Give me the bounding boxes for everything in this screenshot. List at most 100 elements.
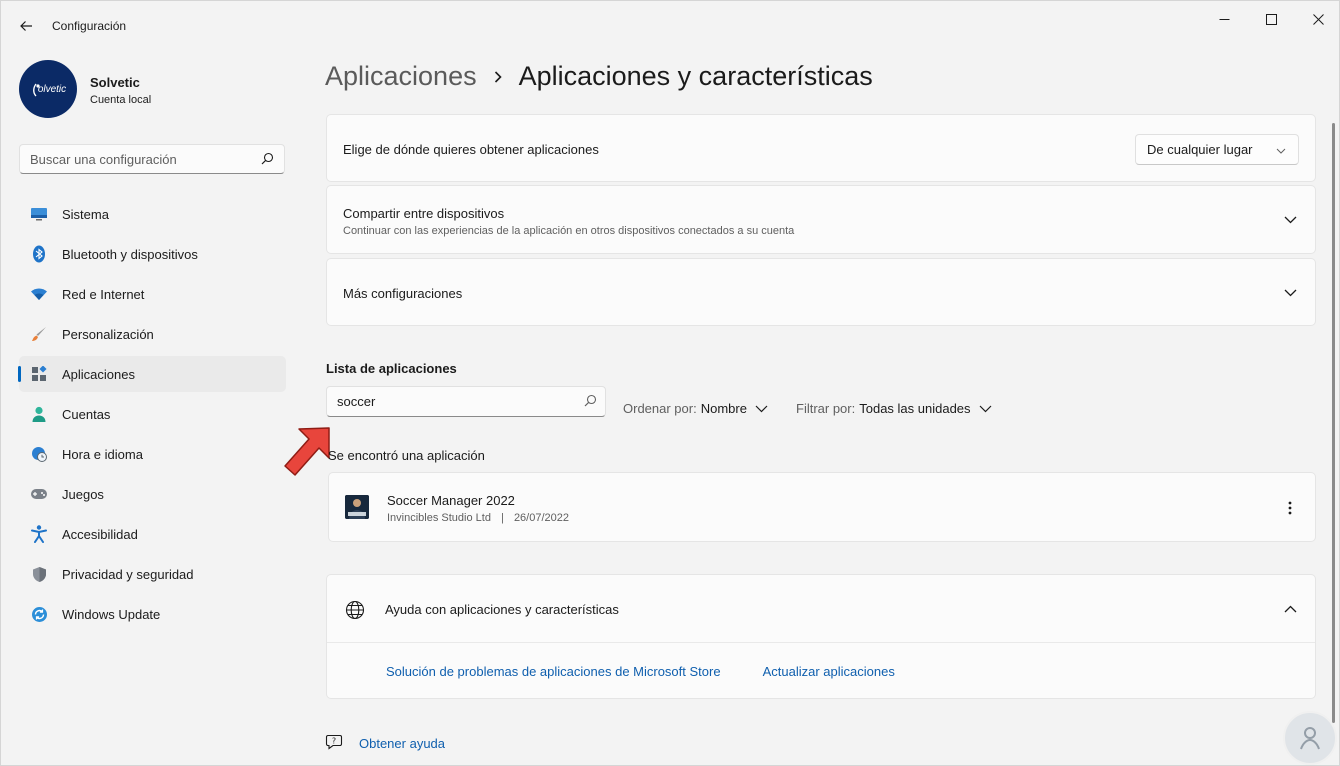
clock-globe-icon [30,445,48,463]
sidebar-item-windows-update[interactable]: Windows Update [19,596,286,632]
share-devices-title: Compartir entre dispositivos [343,206,505,221]
chevron-down-icon [755,401,768,416]
chevron-down-icon [979,401,992,416]
sidebar-item-aplicaciones[interactable]: Aplicaciones [18,356,286,392]
help-header[interactable]: Ayuda con aplicaciones y características [327,575,1315,643]
gamepad-icon [30,485,48,503]
app-date: 26/07/2022 [513,512,569,524]
help-title: Ayuda con aplicaciones y características [385,602,619,617]
app-source-title: Elige de dónde quieres obtener aplicacio… [343,142,599,157]
get-help: ? Obtener ayuda [325,733,445,754]
profile-name: Solvetic [90,75,140,90]
wifi-icon [30,285,48,303]
settings-search [19,144,285,174]
help-links: Solución de problemas de aplicaciones de… [386,664,937,679]
minimize-icon [1219,18,1229,20]
app-list-item[interactable]: Soccer Manager 2022 Invincibles Studio L… [328,472,1316,542]
chevron-right-icon [493,70,503,84]
update-icon [30,605,48,623]
app-thumbnail [345,495,369,519]
scrollbar[interactable] [1332,123,1335,723]
svg-text:?: ? [332,737,336,746]
sidebar-item-label: Bluetooth y dispositivos [62,246,198,262]
sidebar-item-bluetooth[interactable]: Bluetooth y dispositivos [19,236,286,272]
help-chat-icon: ? [325,733,343,754]
sidebar-item-accesibilidad[interactable]: Accesibilidad [19,516,286,552]
filter-dropdown[interactable]: Filtrar por: Todas las unidades [796,401,992,416]
search-icon[interactable] [261,152,274,170]
minimize-button[interactable] [1201,7,1247,31]
watermark-logo-icon [1283,711,1337,765]
update-apps-link[interactable]: Actualizar aplicaciones [763,664,895,679]
app-source-value: De cualquier lugar [1147,142,1253,157]
avatar[interactable]: olvetic [19,60,77,118]
sidebar-nav: Sistema Bluetooth y dispositivos Red e I… [18,196,286,636]
app-list-title: Lista de aplicaciones [326,361,457,376]
back-button[interactable] [15,15,37,37]
chevron-down-icon[interactable] [1283,286,1297,300]
share-devices-card[interactable]: Compartir entre dispositivos Continuar c… [326,185,1316,254]
sidebar-item-label: Cuentas [62,406,111,422]
sort-label: Ordenar por: [623,401,697,416]
chevron-up-icon[interactable] [1283,602,1297,616]
settings-window: Configuración olvetic Solvetic Cuenta lo… [0,0,1340,766]
sidebar-item-cuentas[interactable]: Cuentas [19,396,286,432]
app-search [326,386,606,417]
apps-icon [30,365,48,383]
more-settings-card[interactable]: Más configuraciones [326,258,1316,326]
app-source-dropdown[interactable]: De cualquier lugar [1135,134,1299,165]
close-icon [1312,13,1324,25]
sidebar-item-personalizacion[interactable]: Personalización [19,316,286,352]
app-publisher: Invincibles Studio Ltd [387,512,491,524]
sidebar-item-red[interactable]: Red e Internet [19,276,286,312]
sidebar-item-label: Windows Update [62,606,161,622]
more-options-button[interactable] [1277,497,1303,519]
troubleshoot-store-link[interactable]: Solución de problemas de aplicaciones de… [386,664,721,679]
globe-icon [345,600,365,625]
window-title: Configuración [52,19,127,33]
person-icon [30,405,48,423]
profile-account-type: Cuenta local [90,94,152,106]
filter-label: Filtrar por: [796,401,856,416]
monitor-icon [30,205,48,223]
get-help-link[interactable]: Obtener ayuda [359,736,445,751]
help-card: Ayuda con aplicaciones y características… [326,574,1316,699]
app-name: Soccer Manager 2022 [387,493,515,508]
more-settings-title: Más configuraciones [343,286,463,301]
app-search-input[interactable] [327,387,567,416]
sidebar-item-label: Juegos [62,486,104,502]
bluetooth-icon [30,245,48,263]
app-meta: Invincibles Studio Ltd | 26/07/2022 [387,512,569,524]
page-title: Aplicaciones y características [518,61,873,91]
sidebar-item-privacidad[interactable]: Privacidad y seguridad [19,556,286,592]
close-button[interactable] [1295,7,1340,31]
chevron-down-icon[interactable] [1283,213,1297,227]
brush-icon [30,325,48,343]
share-devices-subtitle: Continuar con las experiencias de la apl… [343,225,795,237]
accessibility-icon [30,525,48,543]
more-vertical-icon [1288,501,1292,515]
breadcrumb-parent[interactable]: Aplicaciones [325,61,477,92]
sidebar-item-label: Accesibilidad [62,526,138,542]
sidebar-item-label: Personalización [62,326,154,342]
settings-search-input[interactable] [20,151,250,167]
sidebar-item-juegos[interactable]: Juegos [19,476,286,512]
back-arrow-icon [20,21,32,31]
sidebar-item-label: Hora e idioma [62,446,143,462]
sidebar-item-label: Sistema [62,206,109,222]
sidebar-item-label: Privacidad y seguridad [62,566,194,582]
title-bar: Configuración [1,1,1340,49]
sidebar-item-sistema[interactable]: Sistema [19,196,286,232]
maximize-button[interactable] [1248,7,1294,31]
sort-dropdown[interactable]: Ordenar por: Nombre [623,401,768,416]
sidebar-item-hora[interactable]: Hora e idioma [19,436,286,472]
app-source-card: Elige de dónde quieres obtener aplicacio… [326,114,1316,182]
filter-value: Todas las unidades [859,401,971,416]
annotation-arrow-icon [284,427,330,476]
search-icon[interactable] [584,394,597,412]
breadcrumb: Aplicaciones Aplicaciones y característi… [325,61,873,92]
app-meta-separator: | [501,512,504,524]
sidebar-item-label: Red e Internet [62,286,145,302]
maximize-icon [1265,13,1277,25]
avatar-text: olvetic [37,83,67,95]
